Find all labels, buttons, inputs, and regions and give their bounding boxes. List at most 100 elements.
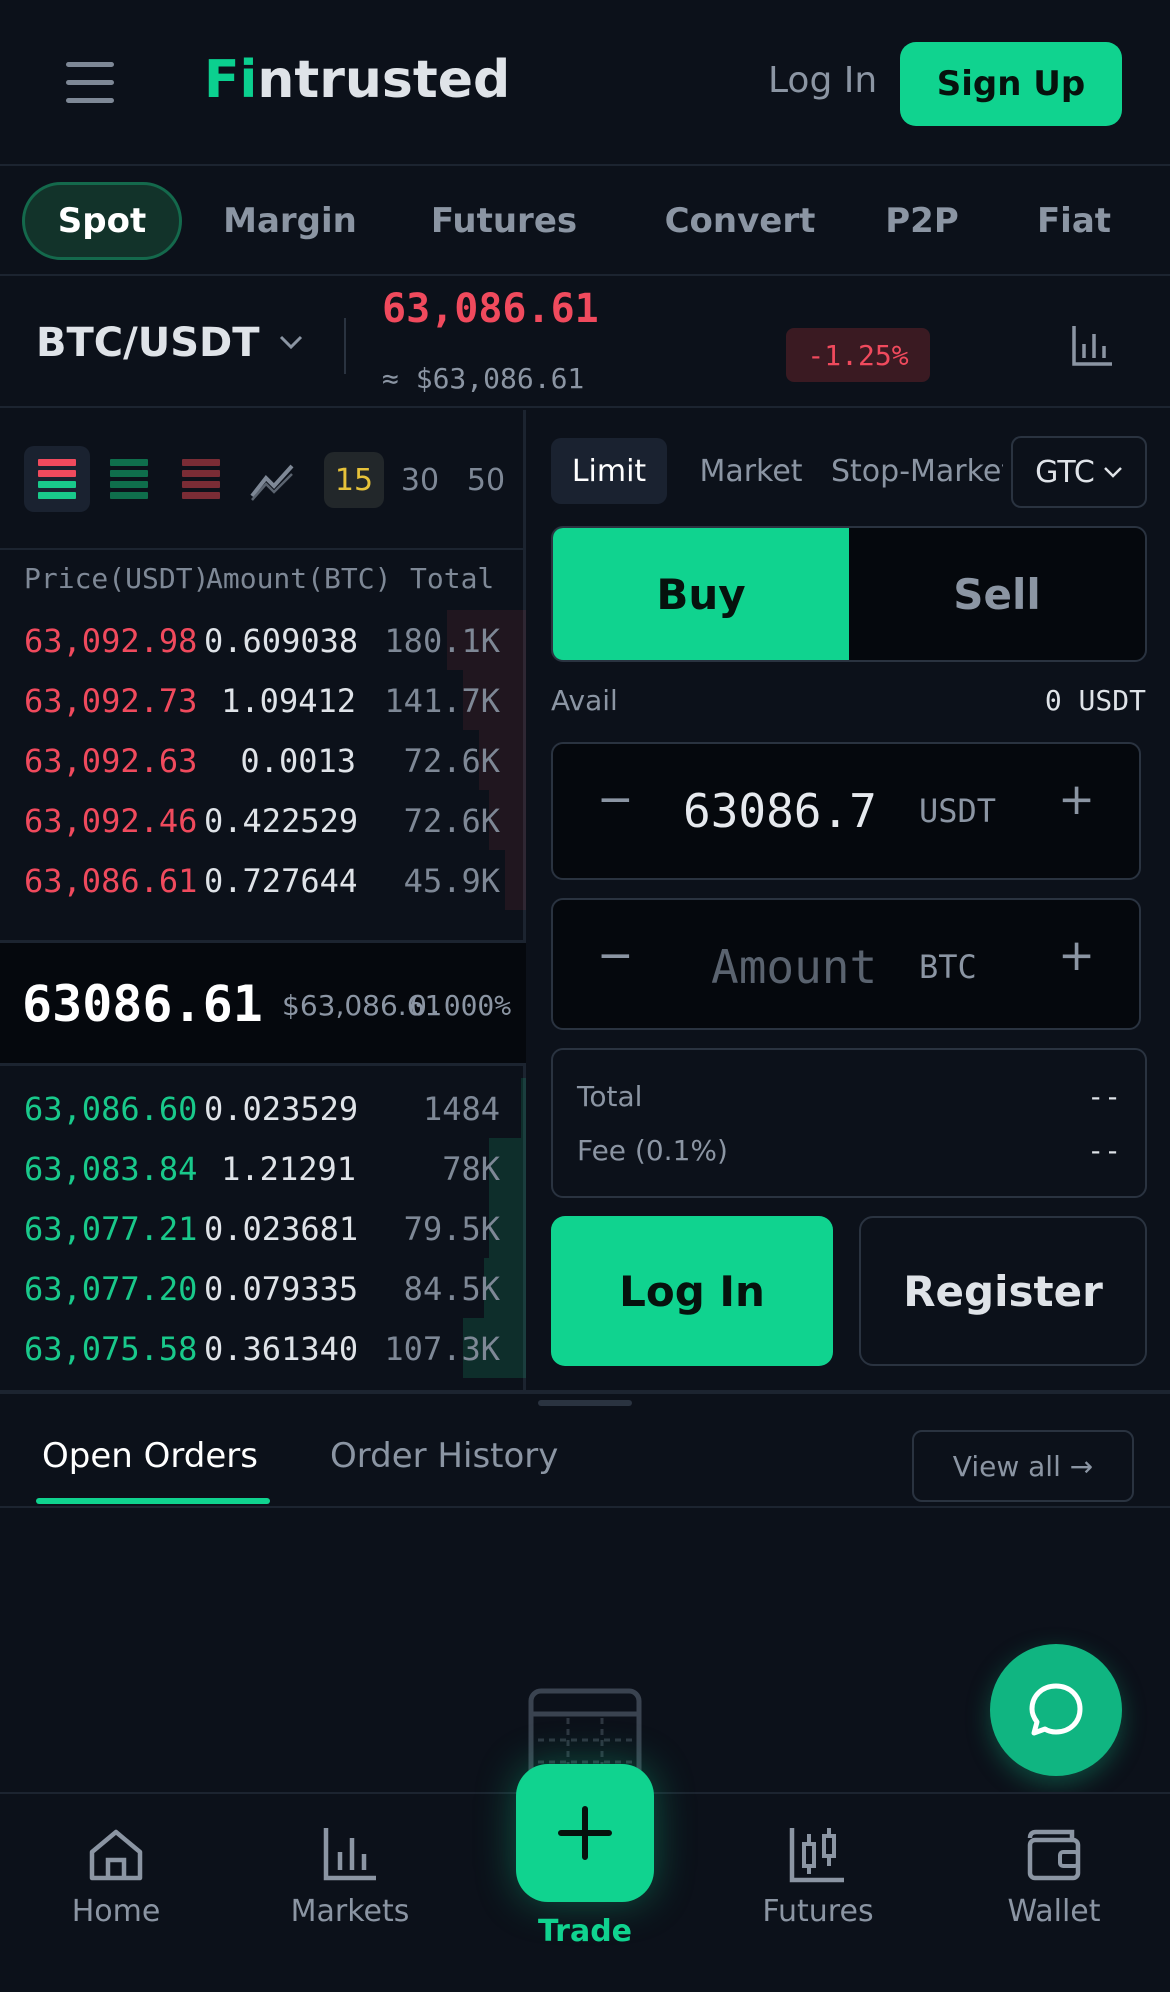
- bid-row[interactable]: 63,086.60 0.023529 1484: [0, 1078, 526, 1138]
- plus-icon: [558, 1806, 612, 1860]
- price-input[interactable]: 63086.7: [683, 784, 877, 838]
- depth-option-50[interactable]: 50: [458, 452, 514, 508]
- tab-futures[interactable]: Futures: [412, 182, 596, 260]
- ask-price: 63,092.73: [24, 682, 198, 720]
- amount-stepper: − Amount BTC +: [551, 898, 1141, 1030]
- ask-price: 63,092.46: [24, 802, 198, 840]
- view-all-button[interactable]: View all →: [912, 1430, 1134, 1502]
- col-amount: Amount(BTC): [206, 562, 392, 595]
- time-in-force-select[interactable]: GTC: [1011, 436, 1147, 508]
- bid-row[interactable]: 63,077.20 0.079335 84.5K: [0, 1258, 526, 1318]
- order-type-limit[interactable]: Limit: [551, 438, 667, 504]
- view-both-icon[interactable]: [24, 446, 90, 512]
- avail-label: Avail: [551, 684, 618, 717]
- bid-price: 63,077.20: [24, 1270, 198, 1308]
- order-form: Limit Market Stop-Market GTC Buy Sell Av…: [529, 410, 1170, 1390]
- bid-price: 63,075.58: [24, 1330, 198, 1368]
- tab-margin[interactable]: Margin: [210, 182, 370, 260]
- nav-home-label: Home: [71, 1894, 161, 1929]
- drag-handle[interactable]: [538, 1400, 632, 1406]
- orderbook-panel: 15 30 50 Price(USDT) Amount(BTC) Total 6…: [0, 410, 526, 1390]
- order-type-market[interactable]: Market: [681, 438, 821, 504]
- form-register-button[interactable]: Register: [859, 1216, 1147, 1366]
- wallet-icon: [1027, 1829, 1081, 1881]
- home-icon: [89, 1829, 143, 1881]
- nav-markets[interactable]: Markets: [270, 1824, 430, 1929]
- ask-amount: 0.422529: [204, 802, 356, 840]
- fee-label: Fee (0.1%): [577, 1134, 728, 1167]
- nav-markets-label: Markets: [290, 1894, 410, 1929]
- tab-spot[interactable]: Spot: [22, 182, 182, 260]
- price-stepper: − 63086.7 USDT +: [551, 742, 1141, 880]
- view-bids-icon[interactable]: [96, 446, 162, 512]
- amount-unit: BTC: [919, 948, 977, 986]
- change-badge: -1.25%: [786, 328, 930, 382]
- nav-trade-button[interactable]: [516, 1764, 654, 1902]
- tab-p2p[interactable]: P2P: [872, 182, 972, 260]
- nav-wallet[interactable]: Wallet: [974, 1824, 1134, 1929]
- side-toggle: Buy Sell: [551, 526, 1147, 662]
- bid-total: 79.5K: [403, 1210, 500, 1248]
- orders-tabs: Open Orders Order History View all →: [0, 1408, 1170, 1508]
- nav-futures[interactable]: Futures: [738, 1824, 898, 1929]
- ask-row[interactable]: 63,092.98 0.609038 180.1K: [0, 610, 526, 670]
- bid-row[interactable]: 63,075.58 0.361340 107.3K: [0, 1318, 526, 1378]
- ask-row[interactable]: 63,092.73 1.09412 141.7K: [0, 670, 526, 730]
- active-tab-indicator: [36, 1498, 270, 1504]
- ask-row[interactable]: 63,092.63 0.0013 72.6K: [0, 730, 526, 790]
- price-decrement-button[interactable]: −: [597, 774, 634, 825]
- bid-row[interactable]: 63,083.84 1.21291 78K: [0, 1138, 526, 1198]
- ask-amount: 0.609038: [204, 622, 356, 660]
- bid-amount: 1.21291: [221, 1150, 356, 1188]
- product-tabs: Spot Margin Futures Convert P2P Fiat: [0, 168, 1170, 276]
- candlestick-icon: [789, 1828, 844, 1883]
- view-asks-icon[interactable]: [168, 446, 234, 512]
- orderbook-controls: 15 30 50: [0, 410, 526, 550]
- chevron-down-icon[interactable]: [278, 332, 304, 352]
- ask-row[interactable]: 63,086.61 0.727644 45.9K: [0, 850, 526, 910]
- nav-home[interactable]: Home: [36, 1824, 196, 1929]
- tab-convert[interactable]: Convert: [640, 182, 840, 260]
- bid-price: 63,086.60: [24, 1090, 198, 1128]
- bid-price: 63,077.21: [24, 1210, 198, 1248]
- last-price: 63,086.61: [382, 286, 599, 332]
- depth-option-15[interactable]: 15: [324, 452, 384, 508]
- nav-wallet-label: Wallet: [1007, 1894, 1101, 1929]
- amount-decrement-button[interactable]: −: [597, 930, 634, 981]
- brand-logo[interactable]: Fintrusted: [204, 50, 510, 110]
- total-label: Total: [577, 1080, 643, 1113]
- tab-order-history[interactable]: Order History: [330, 1436, 558, 1476]
- depth-chart-icon[interactable]: [248, 458, 296, 502]
- avail-value: 0 USDT: [1044, 684, 1146, 717]
- mid-price-pct: 0.000%: [410, 989, 512, 1022]
- price-increment-button[interactable]: +: [1058, 774, 1095, 825]
- form-login-button[interactable]: Log In: [551, 1216, 833, 1366]
- login-link[interactable]: Log In: [768, 60, 877, 101]
- ask-row[interactable]: 63,092.46 0.422529 72.6K: [0, 790, 526, 850]
- tab-open-orders[interactable]: Open Orders: [42, 1436, 258, 1476]
- ask-price: 63,086.61: [24, 862, 198, 900]
- bid-total: 78K: [442, 1150, 500, 1188]
- bid-total: 1484: [422, 1090, 500, 1128]
- ask-amount: 1.09412: [221, 682, 356, 720]
- depth-option-30[interactable]: 30: [392, 452, 448, 508]
- order-type-stop-market[interactable]: Stop-Market: [831, 438, 1003, 504]
- signup-button[interactable]: Sign Up: [900, 42, 1122, 126]
- hamburger-menu-icon[interactable]: [66, 62, 114, 106]
- sell-tab[interactable]: Sell: [849, 528, 1145, 660]
- pair-selector[interactable]: BTC/USDT: [36, 320, 260, 366]
- ask-price: 63,092.98: [24, 622, 198, 660]
- ask-amount: 0.727644: [204, 862, 356, 900]
- amount-input[interactable]: Amount: [711, 940, 877, 994]
- chat-button[interactable]: [990, 1644, 1122, 1776]
- bid-amount: 0.079335: [204, 1270, 356, 1308]
- bid-price: 63,083.84: [24, 1150, 198, 1188]
- buy-tab[interactable]: Buy: [553, 528, 849, 660]
- chat-bubble-icon: [1029, 1683, 1083, 1736]
- bid-row[interactable]: 63,077.21 0.023681 79.5K: [0, 1198, 526, 1258]
- bar-chart-icon[interactable]: [1068, 322, 1116, 370]
- total-value: --: [1087, 1080, 1121, 1113]
- order-summary: Total -- Fee (0.1%) --: [551, 1048, 1147, 1198]
- amount-increment-button[interactable]: +: [1058, 930, 1095, 981]
- tab-fiat[interactable]: Fiat: [1026, 182, 1122, 260]
